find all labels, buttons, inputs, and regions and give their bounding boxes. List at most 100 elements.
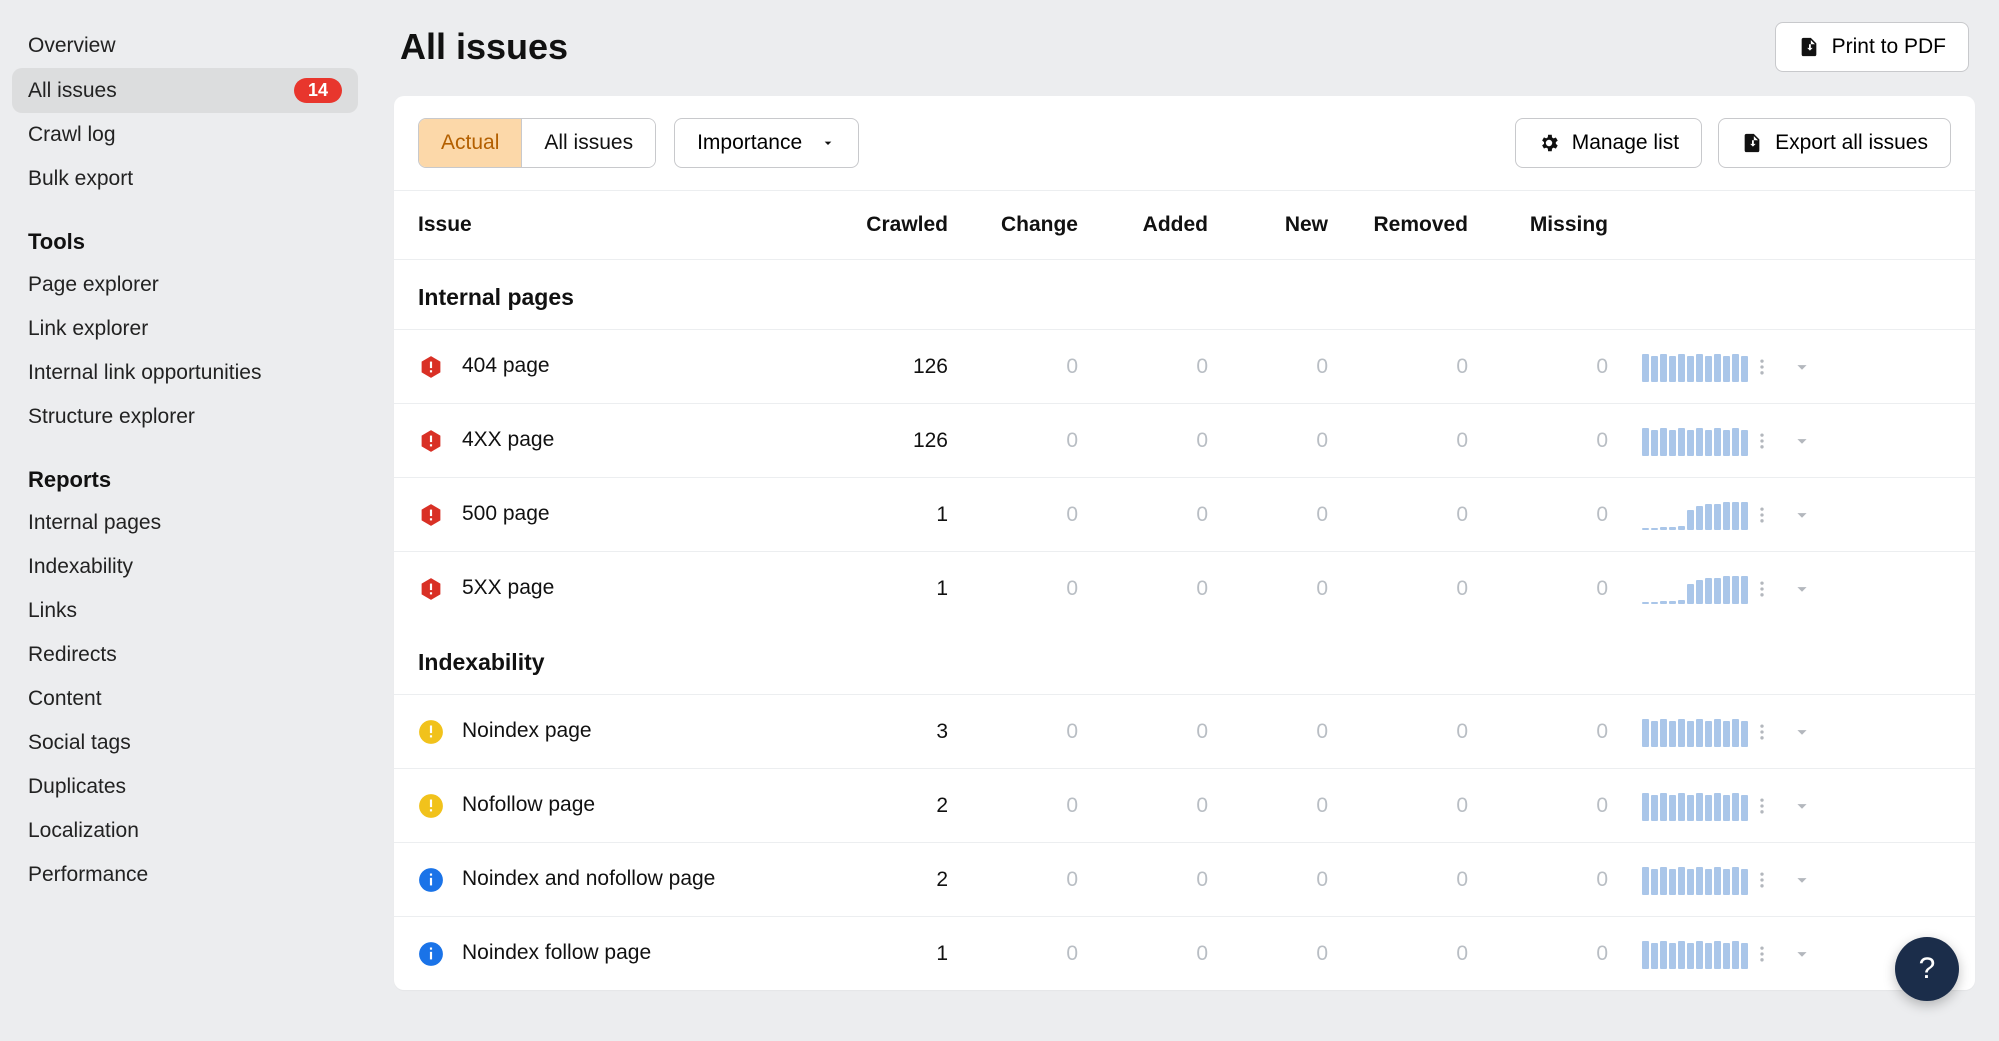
cell-value: 0 — [948, 503, 1078, 527]
col-removed: Removed — [1328, 213, 1468, 237]
sidebar-item-label: Content — [28, 687, 102, 711]
row-more-button[interactable] — [1748, 501, 1776, 529]
row-expand-button[interactable] — [1788, 866, 1816, 894]
sparkline — [1642, 717, 1748, 747]
sidebar-item-all-issues[interactable]: All issues14 — [12, 68, 358, 113]
row-expand-button[interactable] — [1788, 501, 1816, 529]
col-added: Added — [1078, 213, 1208, 237]
sidebar-item-localization[interactable]: Localization — [12, 809, 358, 853]
cell-value: 0 — [1468, 577, 1608, 601]
sidebar-item-duplicates[interactable]: Duplicates — [12, 765, 358, 809]
page-title: All issues — [400, 26, 568, 68]
cell-value: 1 — [818, 577, 948, 601]
cell-value: 0 — [948, 868, 1078, 892]
warn-icon — [418, 719, 444, 745]
issue-name: Nofollow page — [462, 791, 595, 819]
row-more-button[interactable] — [1748, 353, 1776, 381]
sidebar-item-label: Page explorer — [28, 273, 159, 297]
col-issue: Issue — [418, 213, 818, 237]
seg-all-issues[interactable]: All issues — [521, 119, 655, 167]
row-more-button[interactable] — [1748, 718, 1776, 746]
sidebar-item-label: Indexability — [28, 555, 133, 579]
view-segmented-control: Actual All issues — [418, 118, 656, 168]
sidebar-item-links[interactable]: Links — [12, 589, 358, 633]
print-to-pdf-label: Print to PDF — [1832, 35, 1946, 59]
issue-name: 404 page — [462, 352, 550, 380]
error-icon — [418, 428, 444, 454]
cell-value: 0 — [948, 577, 1078, 601]
cell-value: 126 — [818, 429, 948, 453]
cell-value: 0 — [1208, 720, 1328, 744]
table-row[interactable]: Noindex and nofollow page200000 — [394, 842, 1975, 916]
sidebar-item-performance[interactable]: Performance — [12, 853, 358, 897]
cell-value: 2 — [818, 794, 948, 818]
sidebar-item-indexability[interactable]: Indexability — [12, 545, 358, 589]
cell-value: 0 — [1208, 868, 1328, 892]
main: All issues Print to PDF Actual All issue… — [370, 0, 1999, 1041]
sidebar-item-overview[interactable]: Overview — [12, 24, 358, 68]
sidebar-item-link-explorer[interactable]: Link explorer — [12, 307, 358, 351]
sidebar-item-internal-link-opportunities[interactable]: Internal link opportunities — [12, 351, 358, 395]
row-expand-button[interactable] — [1788, 792, 1816, 820]
issue-name: Noindex and nofollow page — [462, 865, 715, 893]
cell-value: 1 — [818, 503, 948, 527]
sidebar-heading-tools: Tools — [12, 201, 358, 263]
sidebar-item-label: Internal pages — [28, 511, 161, 535]
row-more-button[interactable] — [1748, 427, 1776, 455]
print-to-pdf-button[interactable]: Print to PDF — [1775, 22, 1969, 72]
sidebar-item-social-tags[interactable]: Social tags — [12, 721, 358, 765]
row-expand-button[interactable] — [1788, 575, 1816, 603]
sidebar: OverviewAll issues14 Crawl log Bulk export… — [0, 0, 370, 1041]
cell-value: 0 — [948, 720, 1078, 744]
sidebar-item-crawl-log[interactable]: Crawl log — [12, 113, 358, 157]
sparkline — [1642, 791, 1748, 821]
cell-value: 0 — [948, 794, 1078, 818]
help-button[interactable]: ? — [1895, 937, 1959, 1001]
sidebar-item-redirects[interactable]: Redirects — [12, 633, 358, 677]
sidebar-item-internal-pages[interactable]: Internal pages — [12, 501, 358, 545]
sidebar-item-label: Structure explorer — [28, 405, 195, 429]
table-row[interactable]: 5XX page100000 — [394, 551, 1975, 625]
row-expand-button[interactable] — [1788, 427, 1816, 455]
sidebar-item-structure-explorer[interactable]: Structure explorer — [12, 395, 358, 439]
issues-card: Actual All issues Importance — [394, 96, 1975, 990]
row-expand-button[interactable] — [1788, 718, 1816, 746]
sidebar-item-label: Crawl log — [28, 123, 116, 147]
info-icon — [418, 867, 444, 893]
cell-value: 0 — [1208, 503, 1328, 527]
table-row[interactable]: 4XX page12600000 — [394, 403, 1975, 477]
cell-value: 0 — [1078, 355, 1208, 379]
manage-list-button[interactable]: Manage list — [1515, 118, 1702, 168]
cell-value: 0 — [1328, 942, 1468, 966]
table-row[interactable]: Noindex follow page100000 — [394, 916, 1975, 990]
table-row[interactable]: Nofollow page200000 — [394, 768, 1975, 842]
row-expand-button[interactable] — [1788, 353, 1816, 381]
sparkline — [1642, 574, 1748, 604]
sidebar-item-label: Link explorer — [28, 317, 148, 341]
table-row[interactable]: 404 page12600000 — [394, 329, 1975, 403]
sidebar-item-page-explorer[interactable]: Page explorer — [12, 263, 358, 307]
cell-value: 0 — [1208, 577, 1328, 601]
table-row[interactable]: 500 page100000 — [394, 477, 1975, 551]
sidebar-item-content[interactable]: Content — [12, 677, 358, 721]
cell-value: 0 — [1328, 868, 1468, 892]
row-more-button[interactable] — [1748, 792, 1776, 820]
importance-dropdown[interactable]: Importance — [674, 118, 859, 168]
row-more-button[interactable] — [1748, 940, 1776, 968]
row-more-button[interactable] — [1748, 575, 1776, 603]
seg-actual[interactable]: Actual — [419, 119, 521, 167]
row-more-button[interactable] — [1748, 866, 1776, 894]
sidebar-item-label: Bulk export — [28, 167, 133, 191]
cell-value: 0 — [1208, 429, 1328, 453]
cell-value: 0 — [1328, 429, 1468, 453]
col-missing: Missing — [1468, 213, 1608, 237]
export-all-issues-button[interactable]: Export all issues — [1718, 118, 1951, 168]
col-crawled: Crawled — [818, 213, 948, 237]
table-row[interactable]: Noindex page300000 — [394, 694, 1975, 768]
cell-value: 0 — [1468, 429, 1608, 453]
caret-down-icon — [820, 135, 836, 151]
sidebar-item-bulk-export[interactable]: Bulk export — [12, 157, 358, 201]
cell-value: 0 — [1328, 355, 1468, 379]
sparkline — [1642, 865, 1748, 895]
row-expand-button[interactable] — [1788, 940, 1816, 968]
